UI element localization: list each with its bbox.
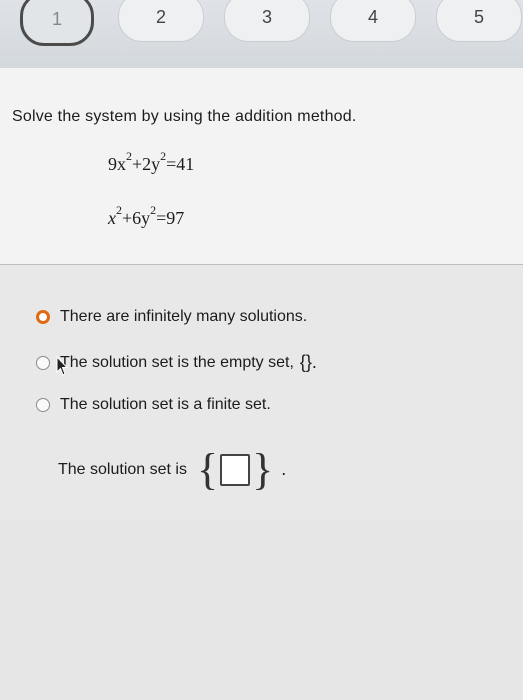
equation-2: x2+6y2=97 [108,203,185,228]
step-2-button[interactable]: 2 [118,0,204,42]
step-5-button[interactable]: 5 [436,0,522,42]
step-1-button[interactable]: 1 [20,0,94,46]
mouse-cursor-icon [56,356,68,376]
solution-set-input[interactable]: { } [197,444,273,495]
question-prompt: Solve the system by using the addition m… [12,108,357,125]
page-footer-area [0,519,523,700]
question-panel [0,68,523,264]
radio-selected-icon[interactable] [36,310,50,324]
option-empty-set[interactable]: The solution set is the empty set, {}. [36,352,317,373]
right-brace-icon: } [252,445,274,494]
step-4-button[interactable]: 4 [330,0,416,42]
answer-input-box[interactable] [220,453,251,486]
option-finite-set[interactable]: The solution set is a finite set. [36,396,271,414]
equation-1: 9x2+2y2=41 [108,149,195,174]
step-3-button[interactable]: 3 [224,0,310,42]
radio-icon[interactable] [36,355,50,370]
radio-icon[interactable] [36,398,50,412]
left-brace-icon: { [196,445,219,494]
option-infinite-solutions[interactable]: There are infinitely many solutions. [36,308,307,326]
question-step-bar: 1 2 3 4 5 [0,0,523,68]
finite-set-answer-row: The solution set is { } . [58,444,287,495]
